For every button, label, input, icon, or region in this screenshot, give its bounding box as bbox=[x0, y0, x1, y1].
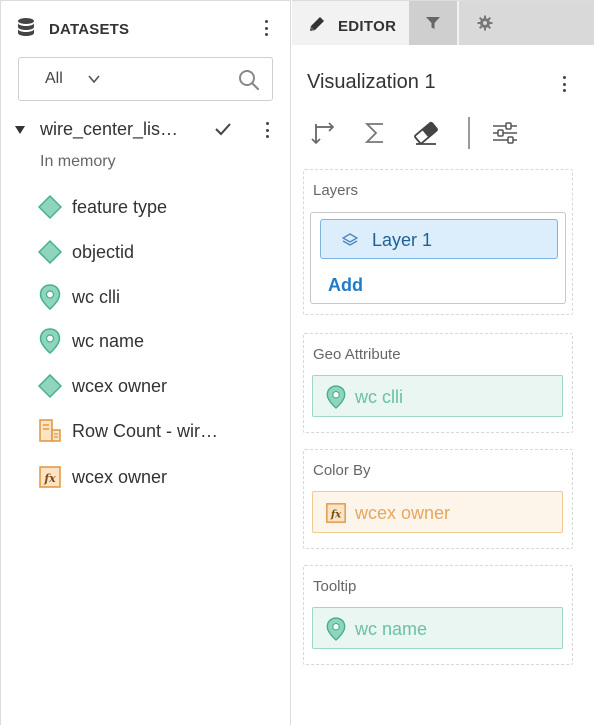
svg-text:fx: fx bbox=[43, 472, 56, 485]
color-by-chip[interactable]: fx wcex owner bbox=[312, 491, 563, 533]
field-label: wcex owner bbox=[72, 376, 168, 396]
field-item[interactable]: feature type bbox=[1, 187, 291, 227]
field-label: wc clli bbox=[72, 287, 120, 307]
diamond-field-icon bbox=[38, 373, 62, 399]
datasets-header: DATASETS bbox=[1, 1, 291, 45]
diamond-field-icon bbox=[38, 194, 62, 220]
field-item[interactable]: wcex owner bbox=[1, 366, 291, 406]
geo-pin-icon bbox=[39, 328, 61, 354]
dataset-status: In memory bbox=[40, 153, 116, 170]
tab-settings[interactable] bbox=[459, 1, 594, 45]
field-item[interactable]: Row Count - wir… bbox=[1, 411, 291, 451]
filter-select-value[interactable]: All bbox=[45, 70, 63, 88]
color-by-section: Color By fx wcex owner bbox=[303, 449, 573, 549]
sigma-icon[interactable] bbox=[359, 117, 391, 149]
diamond-field-icon bbox=[38, 239, 62, 265]
calculated-fx-icon: fx bbox=[326, 503, 346, 523]
field-label: wcex owner bbox=[72, 467, 168, 487]
field-item[interactable]: wc name bbox=[1, 321, 291, 361]
layer-item[interactable]: Layer 1 bbox=[320, 219, 558, 259]
geo-pin-icon bbox=[326, 385, 346, 409]
editor-panel: EDITOR Visualization 1 Layers Layer 1 Ad… bbox=[292, 0, 594, 725]
visualization-menu-icon[interactable] bbox=[559, 74, 569, 94]
geo-attribute-label: Geo Attribute bbox=[313, 346, 401, 363]
field-label: Row Count - wir… bbox=[72, 421, 219, 441]
dataset-search-box[interactable]: All bbox=[18, 57, 273, 101]
dataset-menu-icon[interactable] bbox=[262, 120, 272, 140]
geo-attribute-chip[interactable]: wc clli bbox=[312, 375, 563, 417]
tooltip-label: Tooltip bbox=[313, 578, 357, 595]
sliders-icon[interactable] bbox=[489, 117, 521, 149]
eraser-icon[interactable] bbox=[410, 117, 442, 149]
editor-tab-bar: EDITOR bbox=[292, 1, 594, 45]
chevron-down-icon[interactable] bbox=[86, 72, 102, 86]
editor-toolbar bbox=[292, 113, 594, 153]
caret-down-icon[interactable] bbox=[14, 125, 26, 135]
layer-label: Layer 1 bbox=[372, 230, 433, 250]
add-layer-link[interactable]: Add bbox=[328, 275, 363, 296]
dataset-name[interactable]: wire_center_lis… bbox=[40, 119, 178, 140]
tooltip-section: Tooltip wc name bbox=[303, 565, 573, 665]
filter-icon bbox=[426, 17, 440, 29]
layers-label: Layers bbox=[313, 182, 359, 199]
layers-list: Layer 1 Add bbox=[310, 212, 566, 304]
tooltip-value: wc name bbox=[355, 619, 428, 639]
field-item[interactable]: objectid bbox=[1, 232, 291, 272]
geo-attribute-section: Geo Attribute wc clli bbox=[303, 333, 573, 433]
row-count-icon bbox=[39, 419, 61, 442]
geo-attribute-value: wc clli bbox=[355, 387, 403, 407]
axis-type-icon[interactable] bbox=[308, 117, 340, 149]
field-label: wc name bbox=[72, 331, 145, 351]
check-icon bbox=[215, 123, 231, 136]
editor-body: Visualization 1 Layers Layer 1 Add Geo A… bbox=[292, 45, 594, 725]
svg-text:fx: fx bbox=[330, 509, 342, 521]
database-icon bbox=[18, 18, 34, 36]
tab-editor-label: EDITOR bbox=[338, 18, 397, 35]
toolbar-divider bbox=[468, 117, 470, 149]
geo-pin-icon bbox=[326, 617, 346, 641]
tab-editor[interactable]: EDITOR bbox=[295, 1, 407, 45]
field-item[interactable]: wc clli bbox=[1, 277, 291, 317]
dataset-row[interactable]: wire_center_lis… bbox=[1, 111, 291, 147]
field-label: feature type bbox=[72, 197, 168, 217]
datasets-panel: DATASETS All wire_center_lis… In memory bbox=[0, 0, 291, 725]
gear-icon bbox=[477, 15, 493, 31]
datasets-menu-icon[interactable] bbox=[261, 18, 271, 38]
pencil-icon bbox=[310, 17, 324, 31]
field-item[interactable]: fx wcex owner bbox=[1, 457, 291, 497]
color-by-value: wcex owner bbox=[355, 503, 451, 523]
datasets-title: DATASETS bbox=[49, 21, 130, 38]
layers-stack-icon bbox=[342, 233, 358, 246]
color-by-label: Color By bbox=[313, 462, 371, 479]
calculated-fx-icon: fx bbox=[39, 466, 61, 488]
tab-filters[interactable] bbox=[409, 1, 457, 45]
field-label: objectid bbox=[72, 242, 135, 262]
search-icon[interactable] bbox=[238, 69, 260, 91]
layers-section: Layers Layer 1 Add bbox=[303, 169, 573, 315]
visualization-title[interactable]: Visualization 1 bbox=[307, 71, 436, 94]
geo-pin-icon bbox=[39, 284, 61, 310]
tooltip-chip[interactable]: wc name bbox=[312, 607, 563, 649]
